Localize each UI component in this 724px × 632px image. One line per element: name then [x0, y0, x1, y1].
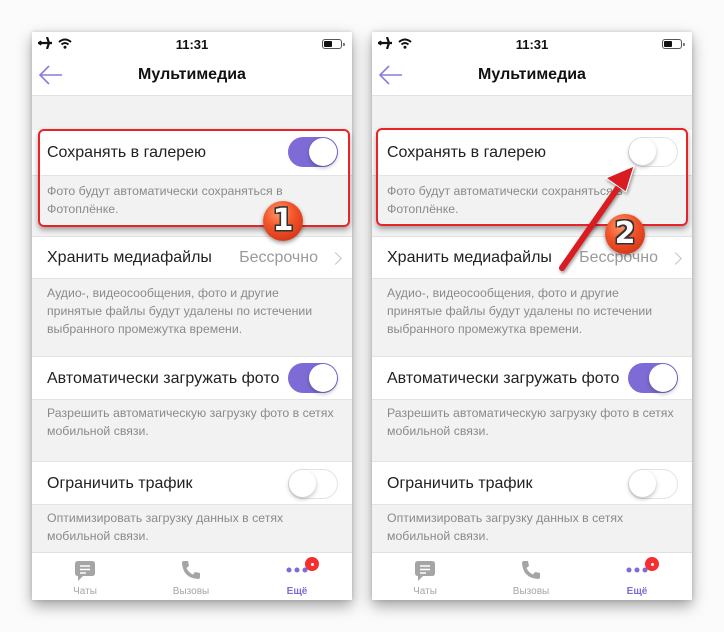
setting-label: Ограничить трафик — [47, 475, 193, 492]
setting-limit-traffic[interactable]: Ограничить трафик — [372, 461, 692, 505]
setting-limit-traffic[interactable]: Ограничить трафик — [32, 461, 352, 505]
battery-icon — [322, 39, 345, 49]
setting-keep-media[interactable]: Хранить медиафайлы Бессрочно — [32, 236, 352, 279]
page-title: Мультимедиа — [138, 66, 246, 83]
tab-label: Чаты — [73, 586, 97, 597]
setting-description: Аудио-, видеосообщения, фото и другие пр… — [387, 286, 653, 336]
setting-save-to-gallery[interactable]: Сохранять в галерею — [32, 130, 352, 176]
nav-bar: Мультимедиа — [372, 56, 692, 96]
step-badge-2: 2 — [605, 214, 645, 254]
limit-traffic-toggle[interactable] — [288, 469, 338, 499]
setting-description: Оптимизировать загрузку данных в сетях м… — [47, 511, 284, 543]
tab-bar: Чаты Вызовы Ещё — [372, 552, 692, 600]
status-bar: 11:31 — [372, 32, 692, 56]
tab-label: Чаты — [413, 586, 437, 597]
tab-chats[interactable]: Чаты — [32, 553, 138, 600]
status-time: 11:31 — [175, 37, 209, 52]
status-bar: 11:31 — [32, 32, 352, 56]
limit-traffic-toggle[interactable] — [628, 469, 678, 499]
setting-save-to-gallery[interactable]: Сохранять в галерею — [372, 130, 692, 176]
setting-label: Сохранять в галерею — [47, 144, 207, 161]
setting-description: Фото будут автоматически сохраняться в Ф… — [387, 184, 623, 216]
setting-description: Аудио-, видеосообщения, фото и другие пр… — [47, 286, 313, 336]
phone-screen-after: 11:31 Мультимедиа Сохранять в галерею Фо… — [372, 32, 692, 600]
setting-description: Оптимизировать загрузку данных в сетях м… — [387, 511, 624, 543]
setting-description: Фото будут автоматически сохраняться в Ф… — [47, 184, 283, 216]
save-to-gallery-toggle[interactable] — [628, 137, 678, 167]
tab-calls[interactable]: Вызовы — [138, 553, 244, 600]
tab-calls[interactable]: Вызовы — [478, 553, 584, 600]
setting-label: Автоматически загружать фото — [47, 370, 280, 387]
step-badge-1: 1 — [263, 201, 303, 241]
chevron-right-icon — [329, 252, 342, 265]
setting-label: Автоматически загружать фото — [387, 370, 620, 387]
chat-bubble-icon — [75, 561, 95, 581]
tab-label: Вызовы — [512, 586, 550, 597]
tab-label: Вызовы — [172, 586, 210, 597]
chat-bubble-icon — [415, 561, 435, 581]
battery-icon — [662, 39, 685, 49]
notification-badge — [305, 557, 319, 571]
tab-bar: Чаты Вызовы Ещё — [32, 552, 352, 600]
tab-label: Ещё — [626, 586, 648, 597]
setting-auto-download-photos[interactable]: Автоматически загружать фото — [32, 356, 352, 400]
auto-download-toggle[interactable] — [288, 363, 338, 393]
chevron-right-icon — [669, 252, 682, 265]
setting-label: Ограничить трафик — [387, 475, 533, 492]
setting-label: Хранить медиафайлы — [47, 249, 212, 266]
status-time: 11:31 — [515, 37, 549, 52]
nav-bar: Мультимедиа — [32, 56, 352, 96]
notification-badge — [645, 557, 659, 571]
page-title: Мультимедиа — [478, 66, 586, 83]
tab-more[interactable]: Ещё — [584, 553, 690, 600]
save-to-gallery-toggle[interactable] — [288, 137, 338, 167]
phone-icon — [522, 561, 540, 579]
setting-description: Разрешить автоматическую загрузку фото в… — [387, 406, 674, 438]
auto-download-toggle[interactable] — [628, 363, 678, 393]
tab-more[interactable]: Ещё — [244, 553, 350, 600]
setting-label: Сохранять в галерею — [387, 144, 547, 161]
more-dots-icon — [286, 567, 308, 573]
setting-description: Разрешить автоматическую загрузку фото в… — [47, 406, 334, 438]
phone-icon — [182, 561, 200, 579]
tab-label: Ещё — [286, 586, 308, 597]
setting-label: Хранить медиафайлы — [387, 249, 552, 266]
tab-chats[interactable]: Чаты — [372, 553, 478, 600]
setting-value: Бессрочно — [239, 249, 318, 266]
setting-auto-download-photos[interactable]: Автоматически загружать фото — [372, 356, 692, 400]
setting-keep-media[interactable]: Хранить медиафайлы Бессрочно — [372, 236, 692, 279]
phone-screen-before: 11:31 Мультимедиа Сохранять в галерею Фо… — [32, 32, 352, 600]
more-dots-icon — [626, 567, 648, 573]
